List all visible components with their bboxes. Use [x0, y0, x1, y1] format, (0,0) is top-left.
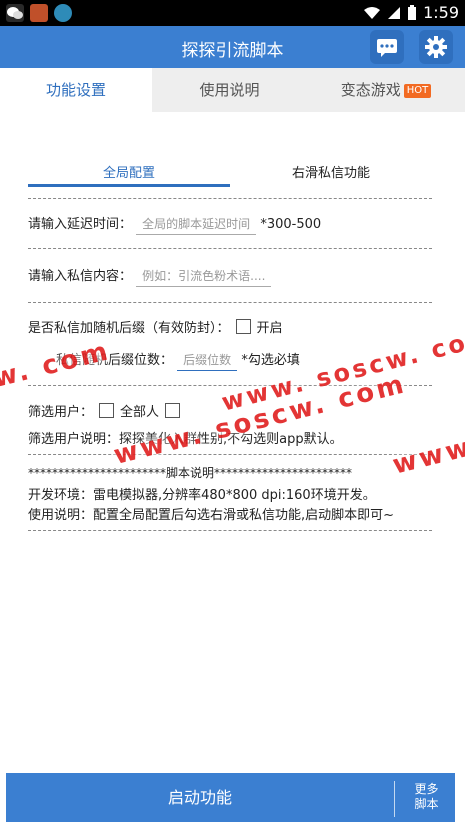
script-info-usage: 使用说明：配置全局配置后勾选右滑或私信功能,启动脚本即可~ [28, 508, 395, 523]
suffix-row: 是否私信加随机后缀（有效防封）： 开启 [28, 317, 283, 336]
divider [28, 198, 432, 199]
status-time: 1:59 [423, 3, 459, 22]
suffix-digits-hint: *勾选必填 [241, 353, 300, 368]
divider [28, 530, 432, 531]
chat-bubble-icon [377, 39, 397, 57]
game-app-icon [30, 4, 48, 22]
chat-button[interactable] [370, 30, 404, 64]
filter-gender-checkbox[interactable] [165, 403, 181, 418]
message-input[interactable]: 例如：引流色粉术语.... [136, 266, 272, 287]
sub-tabs: 全局配置 右滑私信功能 [28, 162, 432, 188]
signal-icon [388, 6, 401, 19]
script-info-env: 开发环境：雷电模拟器,分辨率480*800 dpi:160环境开发。 [28, 488, 376, 503]
gear-icon [425, 36, 447, 58]
subtab-indicator [28, 184, 230, 187]
tab-instructions[interactable]: 使用说明 [152, 68, 307, 112]
tab-games[interactable]: 变态游戏 HOT [307, 68, 465, 112]
app-bar: 探探引流脚本 [0, 26, 465, 68]
more-label-line1: 更多 [414, 782, 439, 796]
wifi-icon [364, 6, 381, 19]
main-tabs: 功能设置 使用说明 变态游戏 HOT [0, 68, 465, 112]
tab-settings[interactable]: 功能设置 [0, 68, 152, 112]
suffix-digits-input[interactable]: 后缀位数 [177, 350, 238, 371]
suffix-label: 是否私信加随机后缀（有效防封）： [28, 321, 230, 336]
subtab-label: 右滑私信功能 [291, 166, 370, 181]
bottom-separator [394, 781, 395, 817]
start-button[interactable]: 启动功能 [6, 773, 394, 822]
watermark: www. [389, 429, 465, 481]
divider [28, 454, 432, 455]
browser-app-icon [54, 4, 72, 22]
tab-label: 功能设置 [45, 81, 106, 99]
more-label-line2: 脚本 [414, 797, 439, 811]
status-bar: 1:59 [0, 0, 465, 26]
suffix-checkbox[interactable] [235, 319, 251, 334]
subtab-label: 全局配置 [102, 166, 155, 181]
subtab-swipe-message[interactable]: 右滑私信功能 [230, 162, 432, 181]
wechat-icon [6, 4, 24, 22]
divider [28, 248, 432, 249]
settings-button[interactable] [419, 30, 453, 64]
tab-label: 使用说明 [199, 81, 260, 99]
script-info-heading: ***********************脚本说明*************… [28, 466, 353, 480]
filter-label: 筛选用户： [28, 405, 94, 420]
suffix-option-label: 开启 [256, 321, 283, 336]
message-label: 请输入私信内容： [28, 269, 133, 284]
delay-row: 请输入延迟时间： 全局的脚本延迟时间 *300-500 [28, 213, 321, 235]
divider [28, 302, 432, 303]
filter-all-label: 全部人 [120, 405, 160, 420]
delay-hint: *300-500 [260, 217, 322, 232]
hot-badge: HOT [403, 84, 432, 98]
message-row: 请输入私信内容： 例如：引流色粉术语.... [28, 265, 272, 287]
filter-row: 筛选用户： 全部人 [28, 401, 186, 420]
battery-icon [408, 4, 417, 20]
tab-label: 变态游戏 [340, 81, 401, 99]
delay-input[interactable]: 全局的脚本延迟时间 [136, 214, 257, 235]
subtab-global-config[interactable]: 全局配置 [28, 162, 230, 187]
more-scripts-button[interactable]: 更多 脚本 [398, 782, 455, 812]
filter-all-checkbox[interactable] [99, 403, 115, 418]
bottom-bar: 启动功能 更多 脚本 [6, 773, 455, 822]
delay-label: 请输入延迟时间： [28, 217, 133, 232]
